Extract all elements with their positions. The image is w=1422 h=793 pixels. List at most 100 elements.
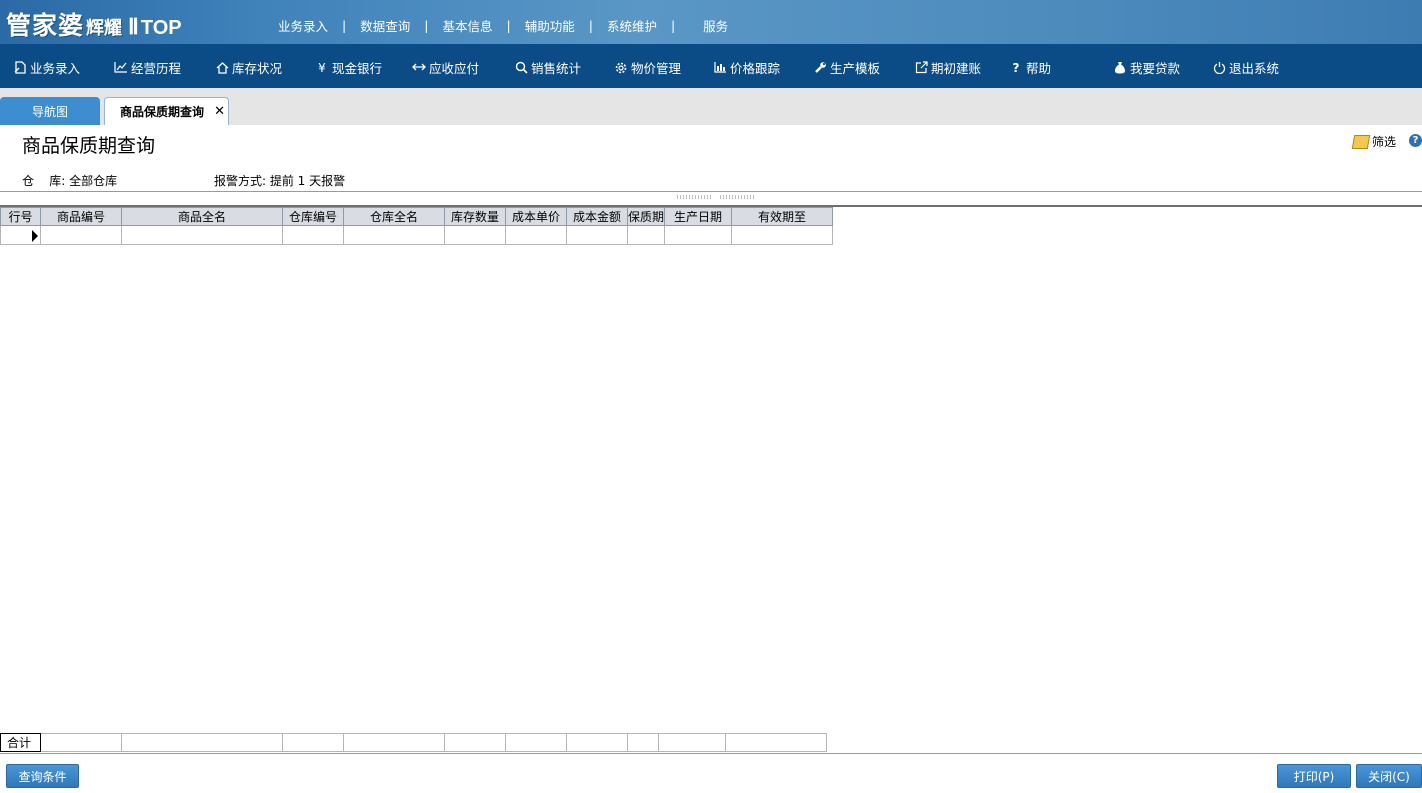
- total-cell: [725, 733, 827, 752]
- col-header-expiry-date[interactable]: 有效期至: [731, 207, 834, 226]
- gear-icon: [614, 61, 628, 75]
- query-conditions-button[interactable]: 查询条件: [6, 764, 79, 788]
- nav-label: 应收应付: [429, 61, 480, 76]
- table-cell[interactable]: [40, 225, 122, 245]
- nav-label: 经营历程: [131, 61, 182, 76]
- close-button[interactable]: 关闭(C): [1356, 764, 1422, 788]
- total-cell: [282, 733, 344, 752]
- table-cell[interactable]: [121, 225, 283, 245]
- tab-shelf-life-query[interactable]: 商品保质期查询 ✕: [104, 97, 229, 125]
- home-icon: [215, 61, 229, 75]
- tab-label: 商品保质期查询: [120, 105, 205, 119]
- grip-icon: [677, 195, 711, 199]
- page-title: 商品保质期查询: [22, 135, 156, 157]
- alarm-info: 报警方式: 提前 1 天报警: [214, 174, 346, 188]
- nav-business-entry[interactable]: 业务录入: [13, 58, 80, 77]
- total-cell: [121, 733, 283, 752]
- logo-edition: TOP: [140, 17, 182, 39]
- table-cell[interactable]: [282, 225, 344, 245]
- totals-row: 合计: [0, 733, 827, 752]
- table-cell[interactable]: [566, 225, 628, 245]
- nav-inventory-status[interactable]: 库存状况: [215, 58, 282, 77]
- top-menu-service[interactable]: 服务: [703, 16, 728, 35]
- row-indicator: [0, 225, 41, 245]
- nav-label: 期初建账: [931, 61, 982, 76]
- close-icon[interactable]: ✕: [214, 104, 225, 119]
- total-cell: [627, 733, 659, 752]
- tab-navigation-map[interactable]: 导航图: [0, 97, 100, 125]
- nav-business-history[interactable]: 经营历程: [114, 58, 181, 77]
- nav-cash-bank[interactable]: ¥ 现金银行: [315, 58, 382, 77]
- top-menu-data-query[interactable]: 数据查询: [360, 16, 410, 35]
- total-cell: [444, 733, 506, 752]
- col-header-shelf-life[interactable]: 保质期: [626, 207, 666, 226]
- yen-icon: ¥: [318, 60, 326, 75]
- main-toolbar: 业务录入 经营历程 库存状况 ¥ 现金银行 应收应付 销售统计 物价管理 价格跟…: [0, 44, 1422, 88]
- top-menu-aux-functions[interactable]: 辅助功能: [525, 16, 575, 35]
- nav-price-tracking[interactable]: 价格跟踪: [713, 58, 780, 77]
- col-header-row-number[interactable]: 行号: [0, 207, 41, 226]
- col-header-product-name[interactable]: 商品全名: [121, 207, 283, 226]
- col-header-warehouse-code[interactable]: 仓库编号: [282, 207, 344, 226]
- top-menu-business-entry[interactable]: 业务录入: [278, 16, 328, 35]
- grid-header-row: 行号 商品编号 商品全名 仓库编号 仓库全名 库存数量 成本单价 成本金额 保质…: [0, 207, 834, 226]
- bar-chart-icon: [713, 61, 727, 75]
- nav-label: 现金银行: [332, 61, 383, 76]
- total-cell: [658, 733, 726, 752]
- total-cell: [343, 733, 445, 752]
- filter-label: 筛选: [1372, 135, 1397, 149]
- arrows-icon: [412, 61, 426, 75]
- table-cell[interactable]: [444, 225, 506, 245]
- document-icon: [13, 60, 27, 75]
- table-row[interactable]: [0, 225, 834, 245]
- nav-opening-accounts[interactable]: 期初建账: [914, 58, 981, 77]
- col-header-production-date[interactable]: 生产日期: [664, 207, 733, 226]
- question-icon: ?: [1012, 60, 1020, 75]
- tab-strip: 导航图 商品保质期查询 ✕: [0, 88, 1422, 125]
- total-cell: [505, 733, 567, 752]
- nav-price-management[interactable]: 物价管理: [614, 58, 681, 77]
- nav-label: 帮助: [1026, 61, 1052, 76]
- col-header-warehouse-name[interactable]: 仓库全名: [343, 207, 445, 226]
- line-chart-icon: [114, 61, 128, 75]
- total-cell: [566, 733, 628, 752]
- nav-label: 业务录入: [30, 61, 81, 76]
- app-logo: 管家婆 辉耀 Ⅱ TOP: [6, 6, 182, 40]
- table-cell[interactable]: [343, 225, 445, 245]
- nav-exit-system[interactable]: 退出系统: [1212, 58, 1279, 77]
- table-cell[interactable]: [664, 225, 733, 245]
- table-cell[interactable]: [505, 225, 567, 245]
- nav-label: 物价管理: [631, 61, 682, 76]
- table-cell[interactable]: [731, 225, 834, 245]
- nav-sales-statistics[interactable]: 销售统计: [514, 58, 581, 77]
- nav-production-template[interactable]: 生产模板: [813, 58, 880, 77]
- money-bag-icon: [1113, 61, 1127, 75]
- nav-receivable-payable[interactable]: 应收应付: [412, 58, 479, 77]
- col-header-cost-amount[interactable]: 成本金额: [566, 207, 628, 226]
- top-menu-system-maintenance[interactable]: 系统维护: [607, 16, 657, 35]
- filter-button[interactable]: 筛选: [1351, 133, 1397, 150]
- title-bar: 管家婆 辉耀 Ⅱ TOP 业务录入 | 数据查询 | 基本信息 | 辅助功能 |…: [0, 0, 1422, 44]
- top-menu: 业务录入 | 数据查询 | 基本信息 | 辅助功能 | 系统维护 | 服务: [278, 16, 729, 35]
- filter-icon: [1351, 134, 1371, 149]
- col-header-stock-qty[interactable]: 库存数量: [444, 207, 506, 226]
- nav-label: 生产模板: [830, 61, 881, 76]
- search-icon: [514, 61, 528, 75]
- row-pointer-icon: [32, 229, 38, 242]
- col-header-unit-cost[interactable]: 成本单价: [505, 207, 567, 226]
- nav-label: 价格跟踪: [730, 61, 781, 76]
- print-button[interactable]: 打印(P): [1277, 764, 1351, 788]
- table-cell[interactable]: [626, 225, 666, 245]
- help-icon[interactable]: ?: [1409, 134, 1422, 147]
- nav-label: 我要贷款: [1130, 61, 1181, 76]
- nav-label: 库存状况: [232, 61, 283, 76]
- logo-version: Ⅱ: [128, 14, 139, 39]
- nav-help[interactable]: ? 帮助: [1009, 58, 1052, 77]
- col-header-product-code[interactable]: 商品编号: [40, 207, 122, 226]
- panel-splitter[interactable]: [0, 192, 1422, 204]
- power-icon: [1212, 61, 1226, 75]
- top-menu-basic-info[interactable]: 基本信息: [442, 16, 492, 35]
- nav-loan[interactable]: 我要贷款: [1113, 58, 1180, 77]
- warehouse-info: 仓 库: 全部仓库: [22, 174, 118, 188]
- total-label: 合计: [0, 733, 41, 752]
